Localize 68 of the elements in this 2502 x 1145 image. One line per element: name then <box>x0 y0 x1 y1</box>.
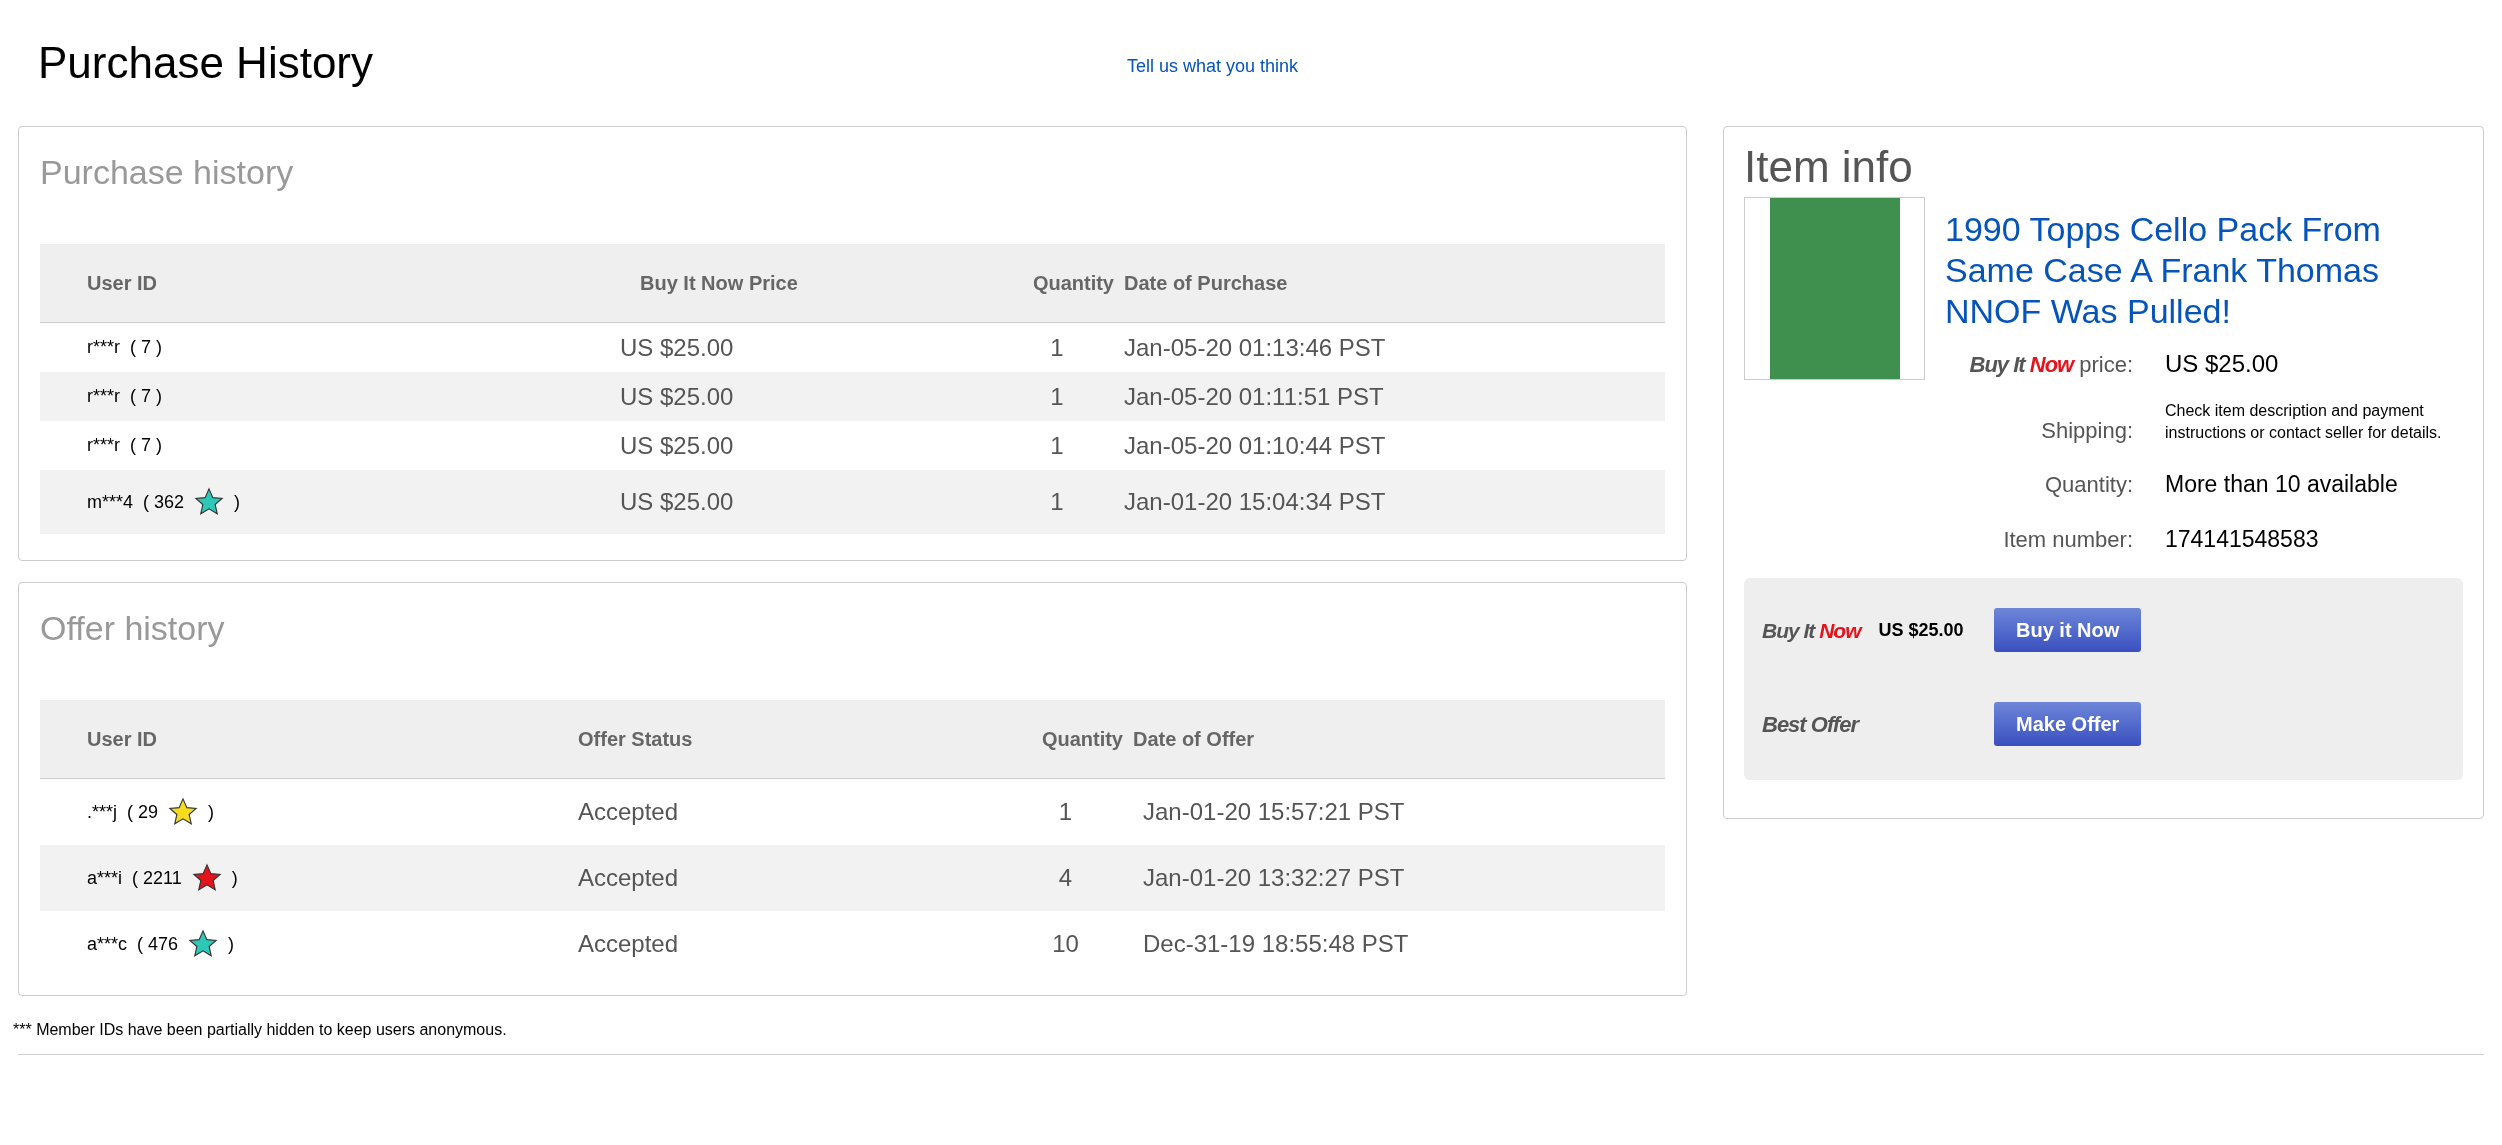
table-cell: US $25.00 <box>620 382 734 410</box>
column-header: User ID <box>87 728 158 750</box>
feedback-score: ( 7 ) <box>130 434 163 457</box>
section-title: Purchase history <box>40 152 294 193</box>
user-id: a***c <box>87 932 128 956</box>
feedback-score: ) <box>228 932 235 956</box>
detail-value: US $25.00 <box>2165 349 2279 380</box>
user-id: m***4 <box>87 490 134 514</box>
user-id: r***r <box>87 385 120 408</box>
user-id: r***r <box>87 434 120 457</box>
feedback-score: ( 2211 <box>132 866 182 890</box>
table-cell: 1 <box>1058 798 1073 825</box>
table-cell: 1 <box>1050 382 1064 410</box>
table-cell: Jan-01-20 15:57:21 PST <box>1143 798 1405 825</box>
best-offer-label: Best Offer <box>1762 710 1858 739</box>
feedback-score: ) <box>234 490 241 514</box>
table-cell: US $25.00 <box>620 431 734 459</box>
table-cell: Jan-05-20 01:13:46 PST <box>1124 333 1386 361</box>
table-cell: 1 <box>1050 431 1064 459</box>
column-header: Offer Status <box>578 728 693 750</box>
table-cell: US $25.00 <box>620 488 734 515</box>
column-header: Date of Offer <box>1133 728 1255 750</box>
detail-label: price: <box>2079 351 2133 380</box>
table-cell: 4 <box>1058 864 1073 891</box>
buy-it-now-button[interactable]: Buy it Now <box>1994 608 2142 653</box>
feedback-score: ) <box>231 866 238 890</box>
column-header: Quantity <box>1041 728 1123 750</box>
detail-value: More than 10 available <box>2165 470 2398 500</box>
column-header: Buy It Now Price <box>640 272 798 294</box>
footnote: *** Member IDs have been partially hidden to keep users anonymous. <box>13 1020 507 1040</box>
feedback-score: ( 362 <box>143 490 185 514</box>
user-id: .***j <box>87 800 117 824</box>
feedback-link[interactable]: Tell us what you think <box>1127 52 1299 80</box>
table-cell: 1 <box>1050 488 1064 515</box>
detail-label: Shipping: <box>2041 417 2133 446</box>
table-cell: Jan-01-20 15:04:34 PST <box>1124 488 1386 515</box>
detail-value: 174141548583 <box>2165 524 2319 554</box>
table-cell: Jan-05-20 01:10:44 PST <box>1124 431 1386 459</box>
buy-it-now-logo: Buy It Now <box>1969 351 2074 380</box>
feedback-score: ( 29 <box>127 800 159 824</box>
user-id: a***i <box>87 866 123 890</box>
table-cell: Accepted <box>578 798 679 825</box>
table-cell: Dec-31-19 18:55:48 PST <box>1143 930 1409 957</box>
table-cell: US $25.00 <box>620 333 734 361</box>
detail-value: Check item description and payment instructions or contact seller for details. <box>2165 401 2443 444</box>
item-title-link[interactable]: 1990 Topps Cello Pack From Same Case A Frank Thomas NNOF Was Pulled! <box>1945 209 2425 333</box>
detail-label: Quantity: <box>2044 471 2133 500</box>
column-header: Date of Purchase <box>1124 272 1288 294</box>
table-cell: 10 <box>1052 930 1079 957</box>
table-cell: Accepted <box>578 864 679 891</box>
feedback-score: ( 7 ) <box>130 336 163 359</box>
feedback-score: ( 476 <box>137 932 179 956</box>
buy-it-now-logo: Buy It Now <box>1762 617 1861 644</box>
price-label: US $25.00 <box>1878 618 1964 642</box>
page-title: Purchase History <box>38 37 373 89</box>
make-offer-button[interactable]: Make Offer <box>1994 702 2142 747</box>
table-cell: 1 <box>1050 333 1064 361</box>
user-id: r***r <box>87 336 120 359</box>
section-title: Item info <box>1744 143 1913 192</box>
feedback-score: ) <box>208 800 215 824</box>
column-header: Quantity <box>1032 272 1114 294</box>
table-cell: Jan-01-20 13:32:27 PST <box>1143 864 1405 891</box>
feedback-score: ( 7 ) <box>130 385 163 408</box>
section-title: Offer history <box>40 608 225 649</box>
table-cell: Accepted <box>578 930 679 957</box>
detail-label: Item number: <box>2003 525 2133 554</box>
column-header: User ID <box>87 272 158 294</box>
table-cell: Jan-05-20 01:11:51 PST <box>1124 382 1384 410</box>
